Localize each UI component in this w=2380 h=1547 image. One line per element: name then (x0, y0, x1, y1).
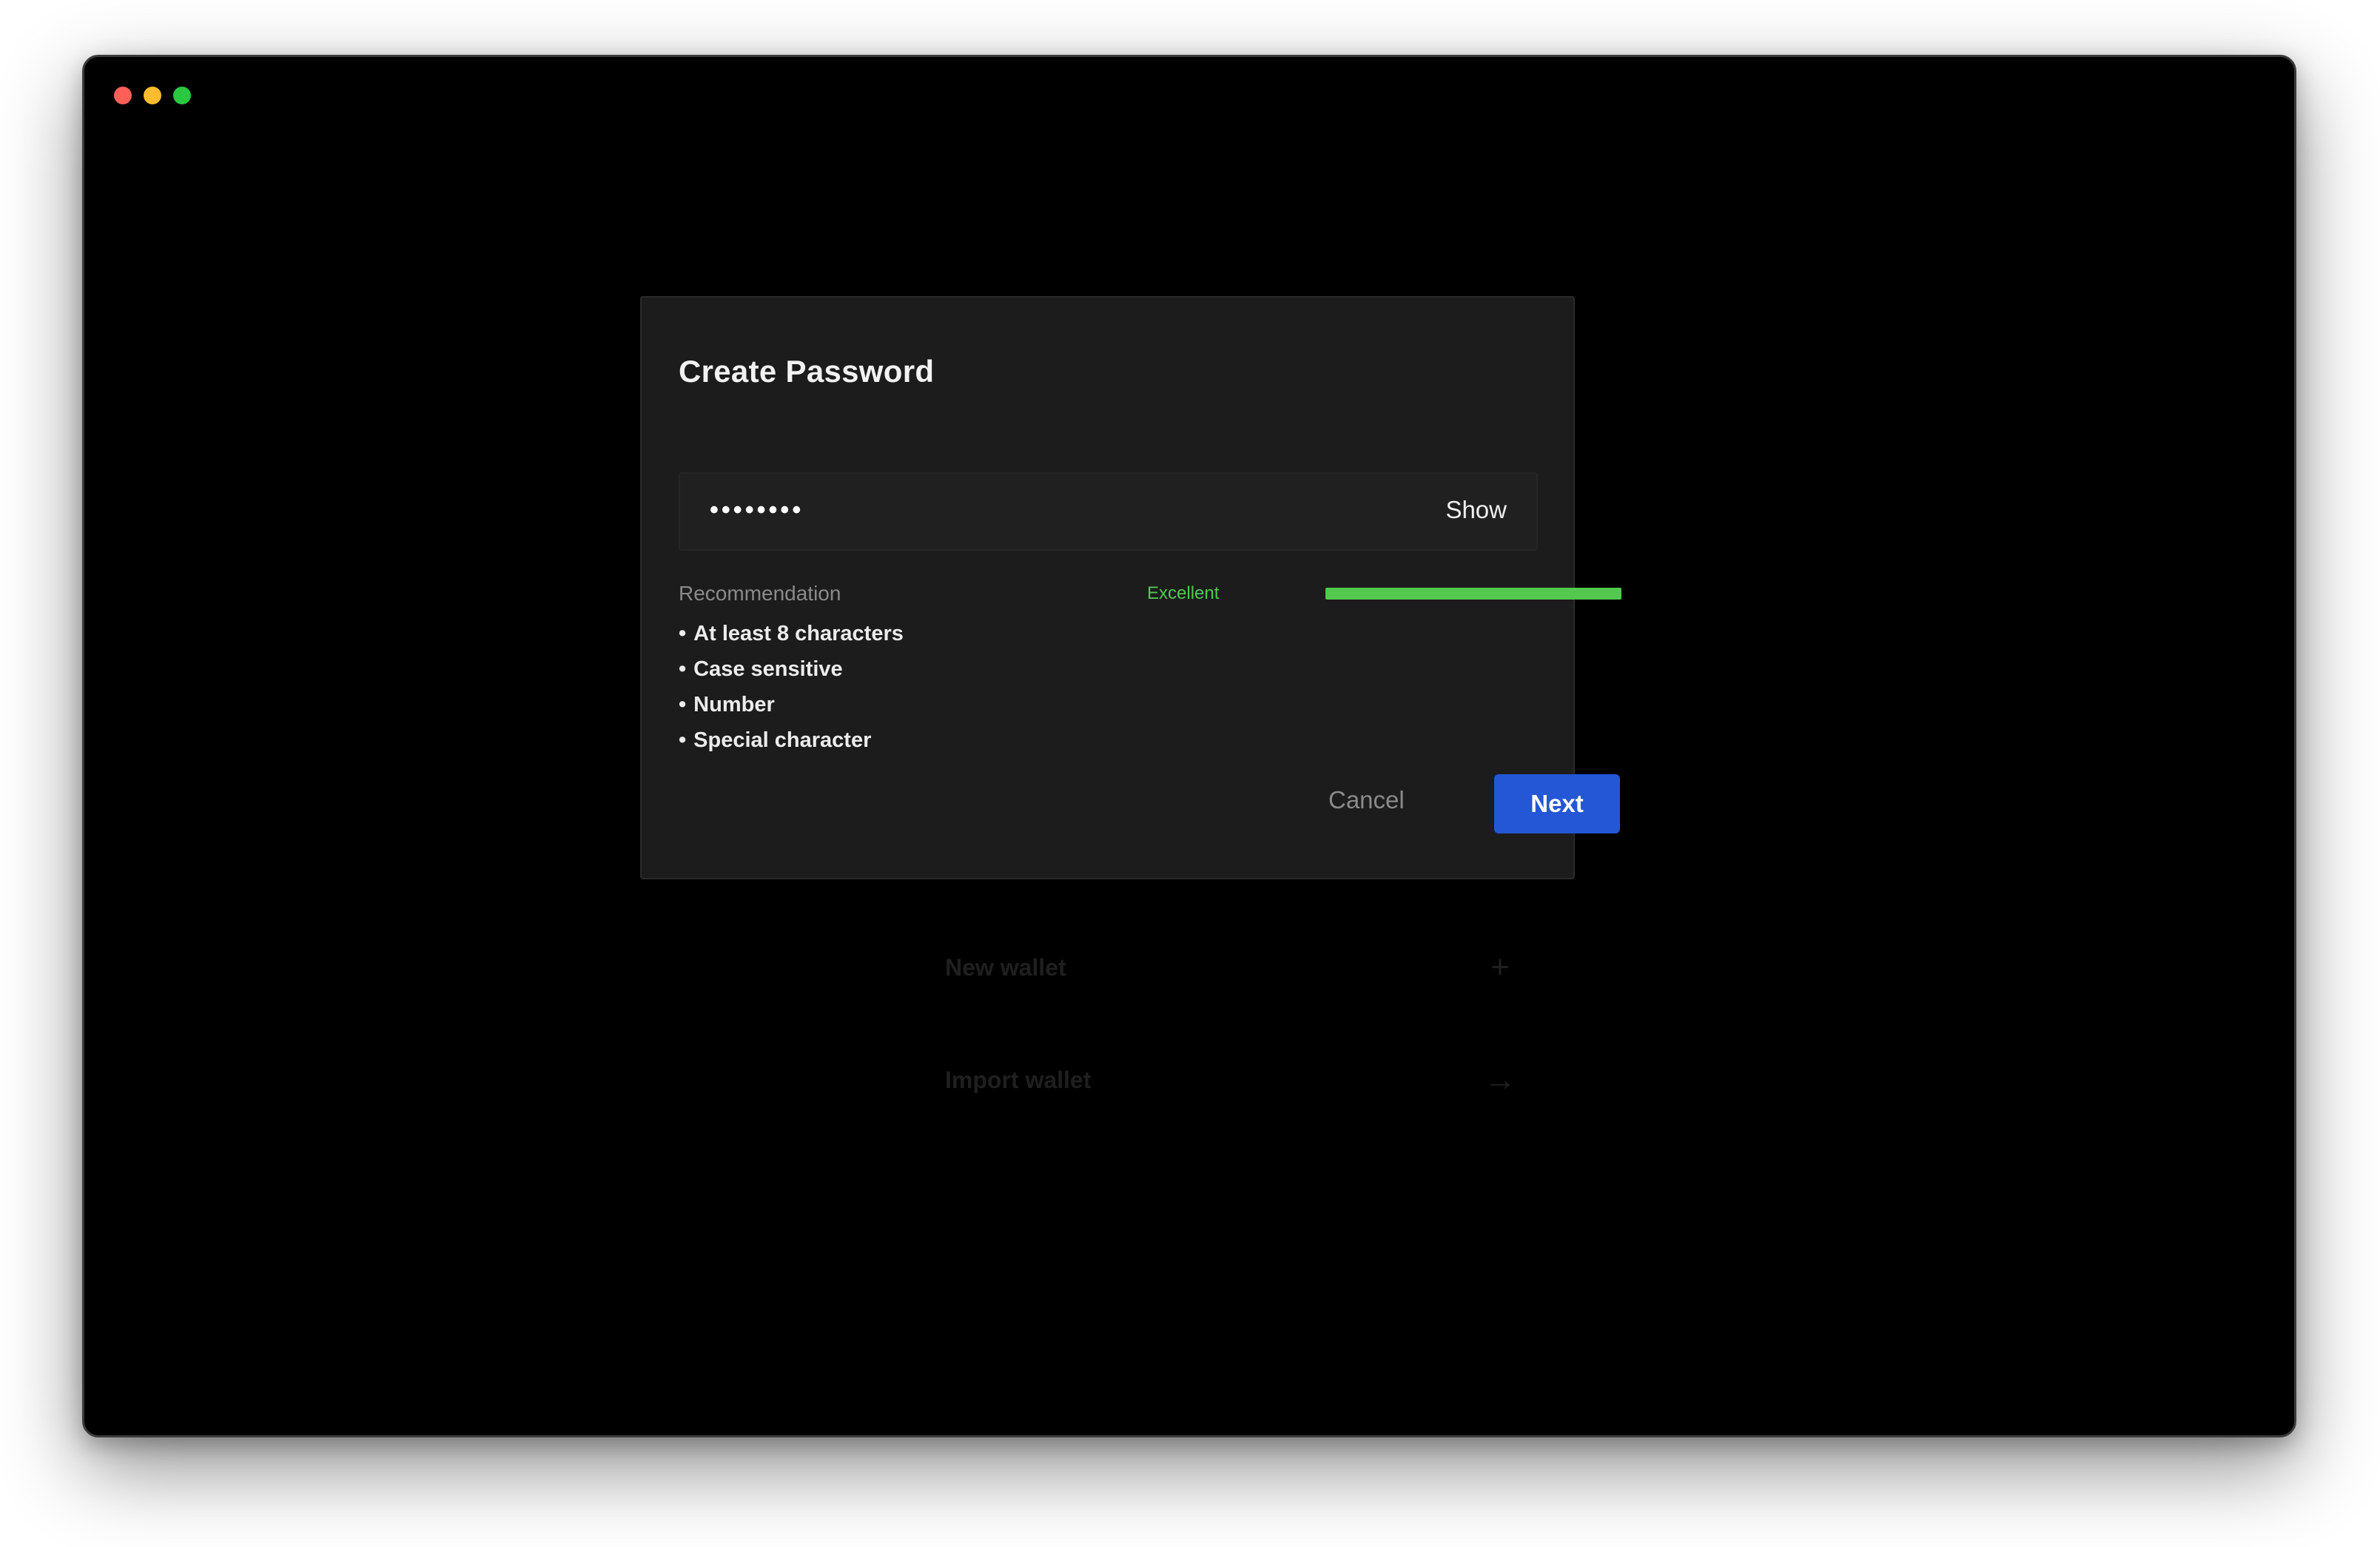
next-button[interactable]: Next (1494, 774, 1620, 833)
create-password-dialog: Create Password •••••••• Show Recommenda… (640, 296, 1621, 879)
strength-meter-fill (1325, 588, 1621, 600)
new-wallet-label: New wallet (945, 953, 1066, 981)
window-controls (114, 87, 191, 104)
arrow-right-icon: → (1484, 1061, 1516, 1098)
import-wallet-option: Import wallet → (945, 1058, 1522, 1102)
recommendation-item: Special character (679, 722, 904, 758)
show-password-toggle[interactable]: Show (1445, 496, 1507, 524)
password-masked-value[interactable]: •••••••• (710, 496, 804, 525)
maximize-window-button[interactable] (173, 87, 191, 104)
minimize-window-button[interactable] (144, 87, 161, 104)
recommendation-item: Case sensitive (679, 651, 904, 687)
dialog-title: Create Password (679, 354, 935, 389)
password-input[interactable]: •••••••• Show (679, 472, 1538, 551)
plus-icon: + (1490, 949, 1510, 985)
recommendation-heading: Recommendation (679, 582, 841, 605)
close-window-button[interactable] (114, 87, 132, 104)
strength-label: Excellent (1147, 583, 1220, 603)
strength-meter (1325, 588, 1621, 600)
cancel-button[interactable]: Cancel (1328, 786, 1405, 814)
recommendation-item: Number (679, 687, 904, 722)
import-wallet-label: Import wallet (945, 1066, 1092, 1093)
recommendation-item: At least 8 characters (679, 616, 904, 651)
recommendation-list: At least 8 characters Case sensitive Num… (679, 616, 904, 758)
new-wallet-option: New wallet + (945, 945, 1522, 990)
